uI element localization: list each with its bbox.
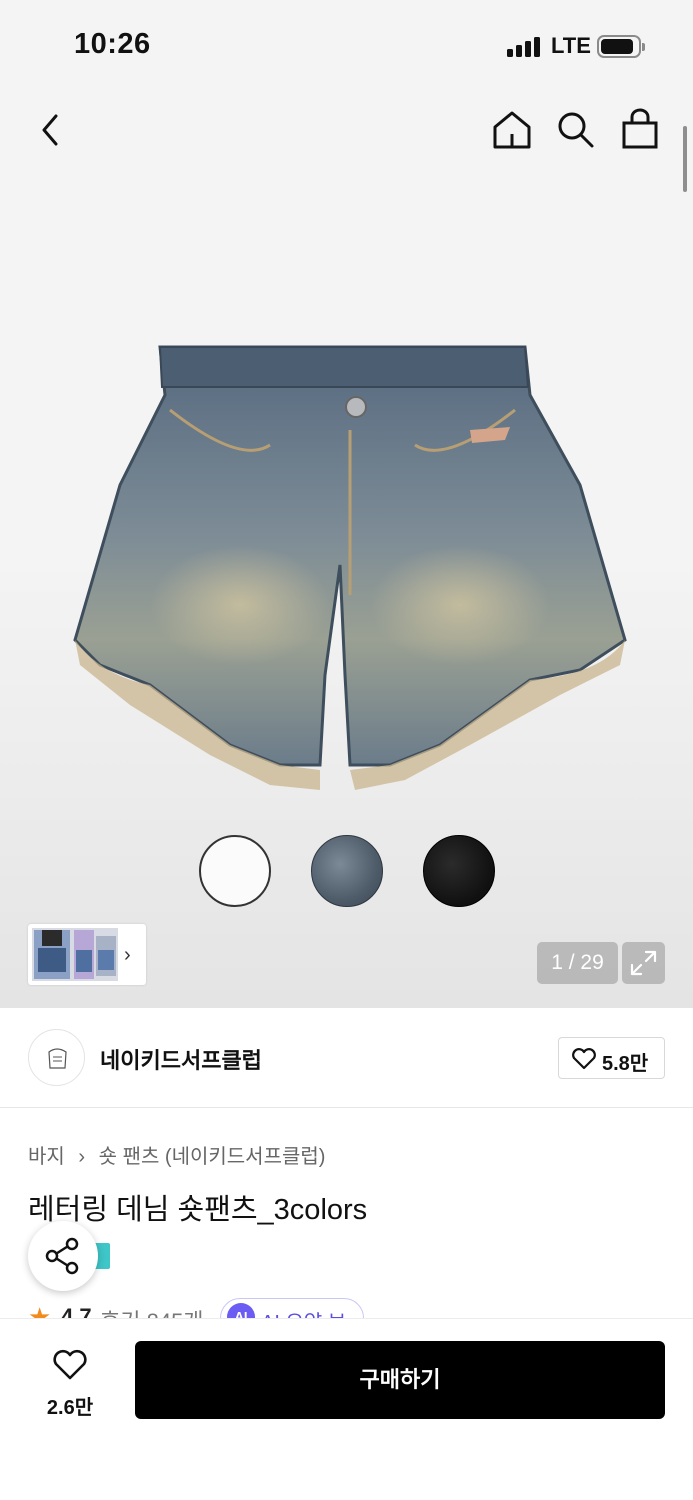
wishlist-count: 2.6만	[46, 1397, 94, 1419]
heart-icon	[572, 1048, 596, 1070]
color-swatch-black[interactable]	[423, 835, 495, 907]
brand-row: 네이키드서프클럽 5.8만	[0, 1008, 693, 1108]
product-image	[73, 345, 627, 790]
bottom-action-bar: 2.6만 구매하기	[0, 1318, 693, 1500]
status-bar: 10:26 LTE	[0, 0, 693, 90]
breadcrumb-subcategory[interactable]: 숏 팬츠 (네이키드서프클럽)	[99, 1140, 326, 1169]
wishlist-button[interactable]: 2.6만	[30, 1339, 110, 1419]
chevron-right-icon: ›	[78, 1146, 86, 1168]
model-photos-link[interactable]: ›	[28, 924, 146, 985]
status-time: 10:26	[74, 28, 151, 60]
chevron-right-icon: ›	[124, 944, 131, 966]
ai-summary-button[interactable]: AI AI 요약 보기	[220, 1298, 364, 1320]
model-photo-thumbnail	[32, 928, 118, 981]
share-icon	[45, 1237, 79, 1275]
color-swatch-white[interactable]	[199, 835, 271, 907]
heart-icon	[53, 1349, 87, 1380]
network-label: LTE	[551, 33, 591, 58]
back-icon[interactable]	[36, 112, 66, 148]
search-icon[interactable]	[556, 110, 596, 150]
battery-icon	[597, 35, 645, 58]
brand-like-button[interactable]: 5.8만	[558, 1037, 665, 1079]
shopping-bag-icon[interactable]	[620, 108, 660, 150]
home-icon[interactable]	[492, 110, 532, 150]
color-swatch-denim[interactable]	[311, 835, 383, 907]
buy-button[interactable]: 구매하기	[135, 1341, 665, 1419]
breadcrumb-category[interactable]: 바지	[28, 1140, 65, 1169]
expand-icon	[630, 950, 657, 976]
scrollbar[interactable]	[683, 126, 687, 192]
breadcrumb: 바지 › 숏 팬츠 (네이키드서프클럽)	[28, 1140, 325, 1169]
signal-icon	[507, 37, 543, 57]
brand-name[interactable]: 네이키드서프클럽	[100, 1043, 262, 1075]
expand-button[interactable]	[622, 942, 665, 984]
brand-logo-mark	[48, 1048, 67, 1069]
brand-like-count: 5.8만	[602, 1053, 649, 1075]
image-counter: 1 / 29	[537, 942, 618, 984]
rating-row: ★ 4.7 후기 845개 AI AI 요약 보기	[28, 1298, 448, 1320]
share-button[interactable]	[28, 1221, 98, 1291]
brand-logo[interactable]	[28, 1029, 85, 1086]
